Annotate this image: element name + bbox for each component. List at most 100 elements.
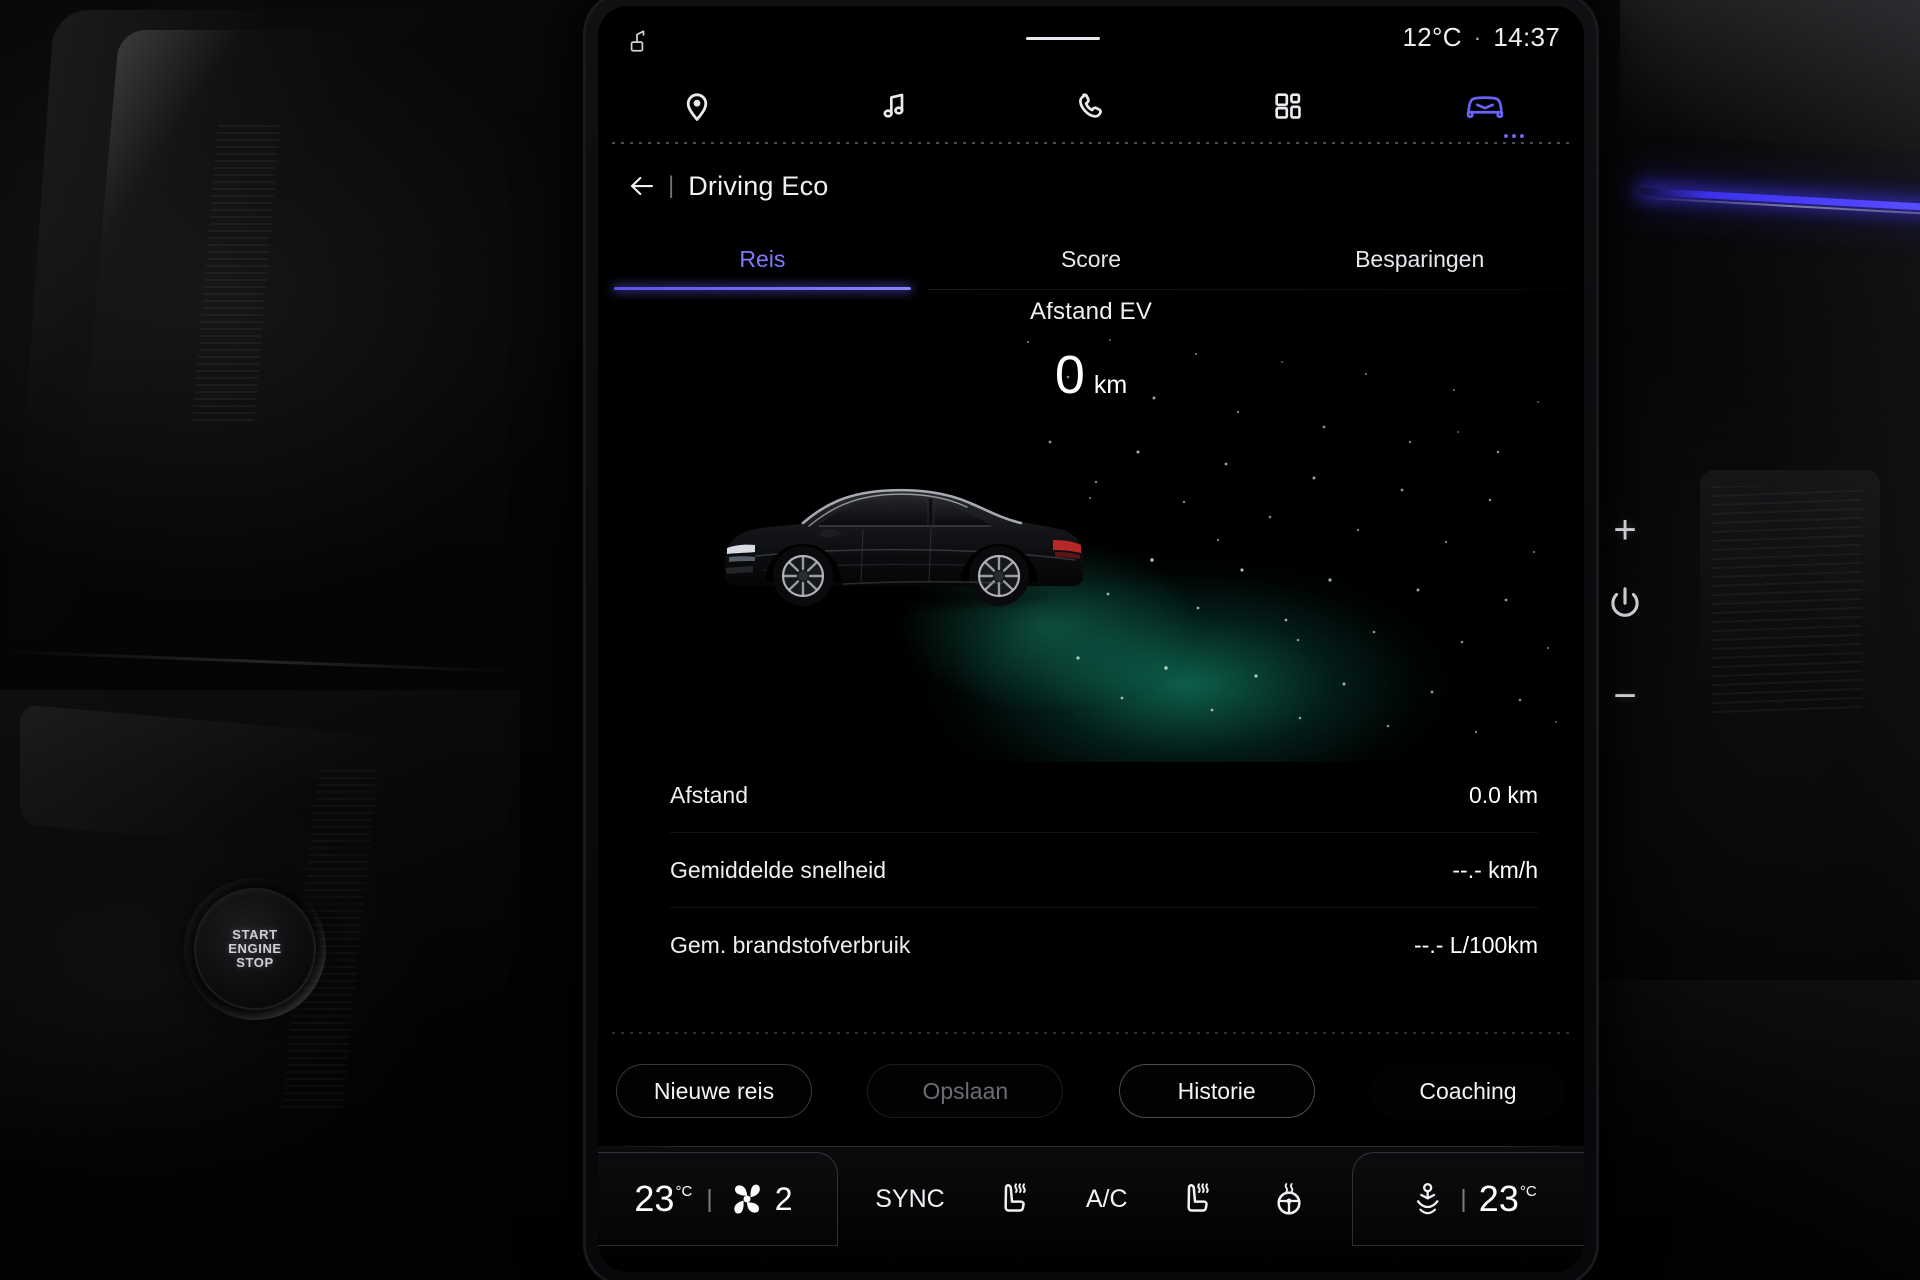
antenna-radio-icon — [624, 28, 650, 54]
climate-pipe-right: | — [1460, 1184, 1467, 1213]
tab-bar[interactable]: Reis Score Besparingen — [598, 228, 1584, 290]
climate-mid-controls[interactable]: SYNC A/C — [850, 1152, 1334, 1246]
ev-distance-value-group: 0 km — [598, 344, 1584, 406]
status-bar: 12°C · 14:37 — [598, 6, 1584, 72]
infotainment-screen[interactable]: 12°C · 14:37 | Driving Eco Reis Score Be… — [598, 6, 1584, 1272]
tab-score-label: Score — [1060, 245, 1122, 272]
dashboard-right-lower — [1560, 980, 1920, 1280]
tab-score[interactable]: Score — [927, 228, 1256, 290]
climate-pipe-left: | — [706, 1184, 713, 1213]
stat-row-fuel-consumption: Gem. brandstofverbruik --.- L/100km — [598, 908, 1584, 983]
outside-temperature: 12°C — [1402, 22, 1462, 52]
phone-icon — [1078, 92, 1102, 118]
stat-label-fuel-consumption: Gem. brandstofverbruik — [670, 932, 911, 958]
ac-button[interactable]: A/C — [1086, 1185, 1128, 1214]
pull-down-handle[interactable] — [1026, 37, 1100, 40]
volume-up-button[interactable]: + — [1601, 506, 1649, 554]
sync-button[interactable]: SYNC — [875, 1185, 944, 1214]
start-button-line-2: ENGINE — [228, 941, 282, 956]
volume-up-label: + — [1613, 507, 1637, 552]
stat-label-distance: Afstand — [670, 782, 748, 808]
fan-icon — [734, 1184, 760, 1214]
main-navigation-bar[interactable] — [598, 72, 1584, 140]
dashboard-right-top — [1620, 0, 1920, 172]
dashboard-left-gloss — [70, 30, 360, 590]
dashboard-seam — [0, 650, 520, 673]
volume-down-button[interactable]: − — [1601, 672, 1649, 720]
vehicle-interior-photo: START ENGINE STOP + − 12°C · 14:37 | Dri… — [0, 0, 1920, 1280]
power-button[interactable] — [1600, 580, 1650, 630]
stat-value-average-speed: --.- km/h — [1452, 857, 1538, 883]
nav-item-phone[interactable] — [992, 72, 1189, 140]
driver-temp-unit: °C — [675, 1183, 693, 1200]
page-header: | Driving Eco — [598, 156, 1584, 216]
nav-item-navigation[interactable] — [598, 72, 795, 140]
start-button-line-1: START — [232, 927, 278, 942]
tab-reis-label: Reis — [739, 245, 786, 272]
clock: 14:37 — [1493, 22, 1560, 52]
air-vent-right-slats — [1712, 486, 1862, 714]
ev-distance-value: 0 — [1054, 345, 1086, 405]
music-note-icon — [883, 93, 904, 118]
airflow-direction-icon — [1417, 1182, 1439, 1215]
tab-active-underline — [614, 287, 911, 290]
seat-heater-icon — [1004, 1183, 1027, 1212]
climate-passenger-pod[interactable]: | 23 °C — [1352, 1152, 1584, 1246]
air-vent-left — [191, 125, 281, 425]
ac-label: A/C — [1085, 1184, 1128, 1213]
location-pin-icon — [686, 93, 707, 121]
status-separator: · — [1473, 24, 1482, 50]
save-label: Opslaan — [922, 1077, 1009, 1104]
history-button[interactable]: Historie — [1118, 1064, 1315, 1118]
climate-control-bar[interactable]: 23 °C | 2 SYNC A/C | 23 °C — [598, 1146, 1584, 1272]
apps-grid-icon — [1275, 93, 1302, 119]
passenger-temperature[interactable]: 23 °C — [1479, 1178, 1537, 1220]
driver-seat-heater-button[interactable] — [995, 1179, 1035, 1219]
tab-reis[interactable]: Reis — [598, 228, 927, 290]
stat-row-distance: Afstand 0.0 km — [598, 758, 1584, 833]
nav-page-indicator — [1504, 134, 1524, 138]
dashboard-left-panel — [5, 10, 475, 710]
passenger-seat-heater-button[interactable] — [1178, 1179, 1218, 1219]
status-right-cluster: 12°C · 14:37 — [1402, 22, 1560, 53]
suv-side-view — [703, 452, 1103, 632]
coaching-label: Coaching — [1419, 1077, 1517, 1104]
driver-temperature[interactable]: 23 °C — [634, 1178, 692, 1220]
fan-speed-control[interactable]: 2 — [727, 1179, 793, 1219]
airflow-direction-button[interactable] — [1408, 1179, 1448, 1219]
steering-wheel-heater-icon — [1277, 1183, 1301, 1215]
actions-divider — [612, 1032, 1570, 1034]
stat-value-fuel-consumption: --.- L/100km — [1414, 932, 1538, 958]
new-trip-button[interactable]: Nieuwe reis — [616, 1064, 812, 1118]
climate-driver-pod[interactable]: 23 °C | 2 — [598, 1152, 838, 1246]
stat-row-average-speed: Gemiddelde snelheid --.- km/h — [598, 833, 1584, 908]
power-icon — [1611, 587, 1639, 617]
trip-stats-list: Afstand 0.0 km Gemiddelde snelheid --.- … — [598, 758, 1584, 983]
tab-besparingen[interactable]: Besparingen — [1255, 228, 1584, 290]
coaching-button[interactable]: Coaching — [1370, 1064, 1566, 1118]
back-button[interactable] — [620, 164, 664, 208]
stat-value-distance: 0.0 km — [1468, 782, 1538, 808]
page-title: Driving Eco — [688, 170, 829, 201]
header-divider: | — [668, 172, 675, 199]
nav-item-vehicle[interactable] — [1387, 72, 1584, 140]
tab-besparingen-label: Besparingen — [1355, 245, 1485, 272]
ev-distance-unit: km — [1093, 371, 1128, 399]
stat-label-average-speed: Gemiddelde snelheid — [670, 857, 887, 883]
passenger-temp-unit: °C — [1519, 1183, 1537, 1200]
nav-item-apps[interactable] — [1190, 72, 1387, 140]
action-button-row[interactable]: Nieuwe reis Opslaan Historie Coaching — [598, 1052, 1584, 1130]
back-arrow-icon — [630, 176, 654, 196]
start-engine-stop-button[interactable]: START ENGINE STOP — [196, 890, 314, 1008]
dashboard-knee-panel — [20, 704, 380, 856]
driver-temp-value: 23 — [634, 1178, 675, 1219]
car-icon — [1467, 96, 1504, 118]
passenger-temp-value: 23 — [1478, 1178, 1519, 1219]
start-button-line-3: STOP — [236, 955, 274, 970]
stat-divider — [670, 982, 1538, 983]
climate-top-divider — [598, 1146, 1584, 1147]
nav-item-media[interactable] — [795, 72, 992, 140]
history-label: Historie — [1177, 1077, 1256, 1104]
steering-wheel-heater-button[interactable] — [1269, 1179, 1309, 1219]
save-button: Opslaan — [867, 1064, 1064, 1118]
